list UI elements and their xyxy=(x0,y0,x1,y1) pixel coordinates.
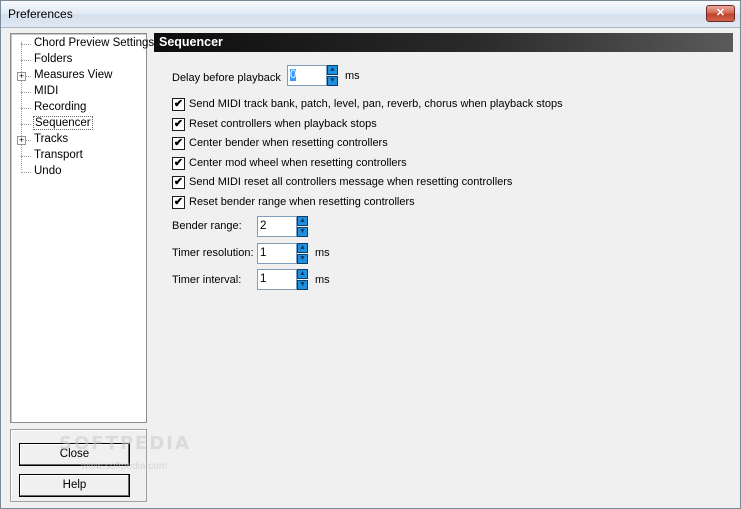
tree-item-undo[interactable]: Undo xyxy=(11,164,147,180)
tree-item-recording[interactable]: Recording xyxy=(11,100,147,116)
timer-resolution-label: Timer resolution: xyxy=(172,247,254,259)
tree-item-label: Tracks xyxy=(34,133,69,145)
tree-item-label: MIDI xyxy=(34,85,59,97)
tree-item-folders[interactable]: Folders xyxy=(11,52,147,68)
tree-item-label: Measures View xyxy=(34,69,113,81)
checkbox-check-icon[interactable]: ✔ xyxy=(172,196,185,209)
bender-range-input[interactable]: 2 xyxy=(257,216,297,237)
checkbox-label: Center bender when resetting controllers xyxy=(189,137,388,149)
tree-item-label: Undo xyxy=(34,165,62,177)
checkbox-label: Reset bender range when resetting contro… xyxy=(189,196,415,208)
tree-item-chord-preview-settings[interactable]: Chord Preview Settings xyxy=(11,36,154,52)
expand-plus-icon[interactable]: + xyxy=(17,72,26,81)
tree-item-measures-view[interactable]: + Measures View xyxy=(11,68,147,84)
checkbox-label: Center mod wheel when resetting controll… xyxy=(189,157,407,169)
checkbox-label: Reset controllers when playback stops xyxy=(189,118,377,130)
title-bar[interactable]: Preferences ✕ xyxy=(1,1,740,28)
section-title: Sequencer xyxy=(154,33,733,52)
spin-up-icon[interactable]: ▲ xyxy=(297,216,308,226)
checkbox-check-icon[interactable]: ✔ xyxy=(172,157,185,170)
tree-item-label: Sequencer xyxy=(33,116,93,130)
softpedia-watermark-url: www.softpedia.com xyxy=(81,461,168,472)
spin-up-icon[interactable]: ▲ xyxy=(327,65,338,75)
spin-up-icon[interactable]: ▲ xyxy=(297,243,308,253)
tree-item-label: Folders xyxy=(34,53,73,65)
timer-resolution-input[interactable]: 1 xyxy=(257,243,297,264)
checkbox-check-icon[interactable]: ✔ xyxy=(172,98,185,111)
tree-item-tracks[interactable]: + Tracks xyxy=(11,132,147,148)
tree-item-label: Transport xyxy=(34,149,83,161)
delay-label: Delay before playback xyxy=(172,72,281,84)
help-button[interactable]: Help xyxy=(19,474,130,497)
tree-item-label: Chord Preview Settings xyxy=(34,37,155,49)
timer-interval-input[interactable]: 1 xyxy=(257,269,297,290)
tree-item-sequencer[interactable]: Sequencer xyxy=(11,116,147,132)
expand-plus-icon[interactable]: + xyxy=(17,136,26,145)
bender-range-spinner[interactable]: 2 ▲ ▼ xyxy=(257,216,310,237)
spin-down-icon[interactable]: ▼ xyxy=(297,227,308,237)
timer-interval-label: Timer interval: xyxy=(172,274,242,286)
checkbox-check-icon[interactable]: ✔ xyxy=(172,176,185,189)
delay-unit: ms xyxy=(345,70,360,82)
tree-item-label: Recording xyxy=(34,101,87,113)
timer-resolution-unit: ms xyxy=(315,247,330,259)
tree-item-midi[interactable]: MIDI xyxy=(11,84,147,100)
checkbox-check-icon[interactable]: ✔ xyxy=(172,118,185,131)
spin-down-icon[interactable]: ▼ xyxy=(297,280,308,290)
timer-interval-unit: ms xyxy=(315,274,330,286)
timer-resolution-spinner[interactable]: 1 ▲ ▼ xyxy=(257,243,310,264)
delay-input[interactable]: 0 xyxy=(287,65,327,86)
timer-interval-spinner[interactable]: 1 ▲ ▼ xyxy=(257,269,310,290)
spin-down-icon[interactable]: ▼ xyxy=(297,254,308,264)
checkbox-label: Send MIDI reset all controllers message … xyxy=(189,176,513,188)
delay-spinner[interactable]: 0 ▲ ▼ xyxy=(287,65,340,86)
checkbox-check-icon[interactable]: ✔ xyxy=(172,137,185,150)
softpedia-watermark: SOFTPEDIA xyxy=(59,433,191,454)
checkbox-label: Send MIDI track bank, patch, level, pan,… xyxy=(189,98,563,110)
bender-range-label: Bender range: xyxy=(172,220,242,232)
delay-value: 0 xyxy=(290,69,297,81)
spin-up-icon[interactable]: ▲ xyxy=(297,269,308,279)
tree-item-transport[interactable]: Transport xyxy=(11,148,147,164)
window-title: Preferences xyxy=(8,7,73,21)
close-window-button[interactable]: ✕ xyxy=(706,5,735,22)
preferences-window: Preferences ✕ Chord Preview Settings Fol… xyxy=(0,0,741,509)
spin-down-icon[interactable]: ▼ xyxy=(327,76,338,86)
category-tree[interactable]: Chord Preview Settings Folders + Measure… xyxy=(10,33,154,423)
